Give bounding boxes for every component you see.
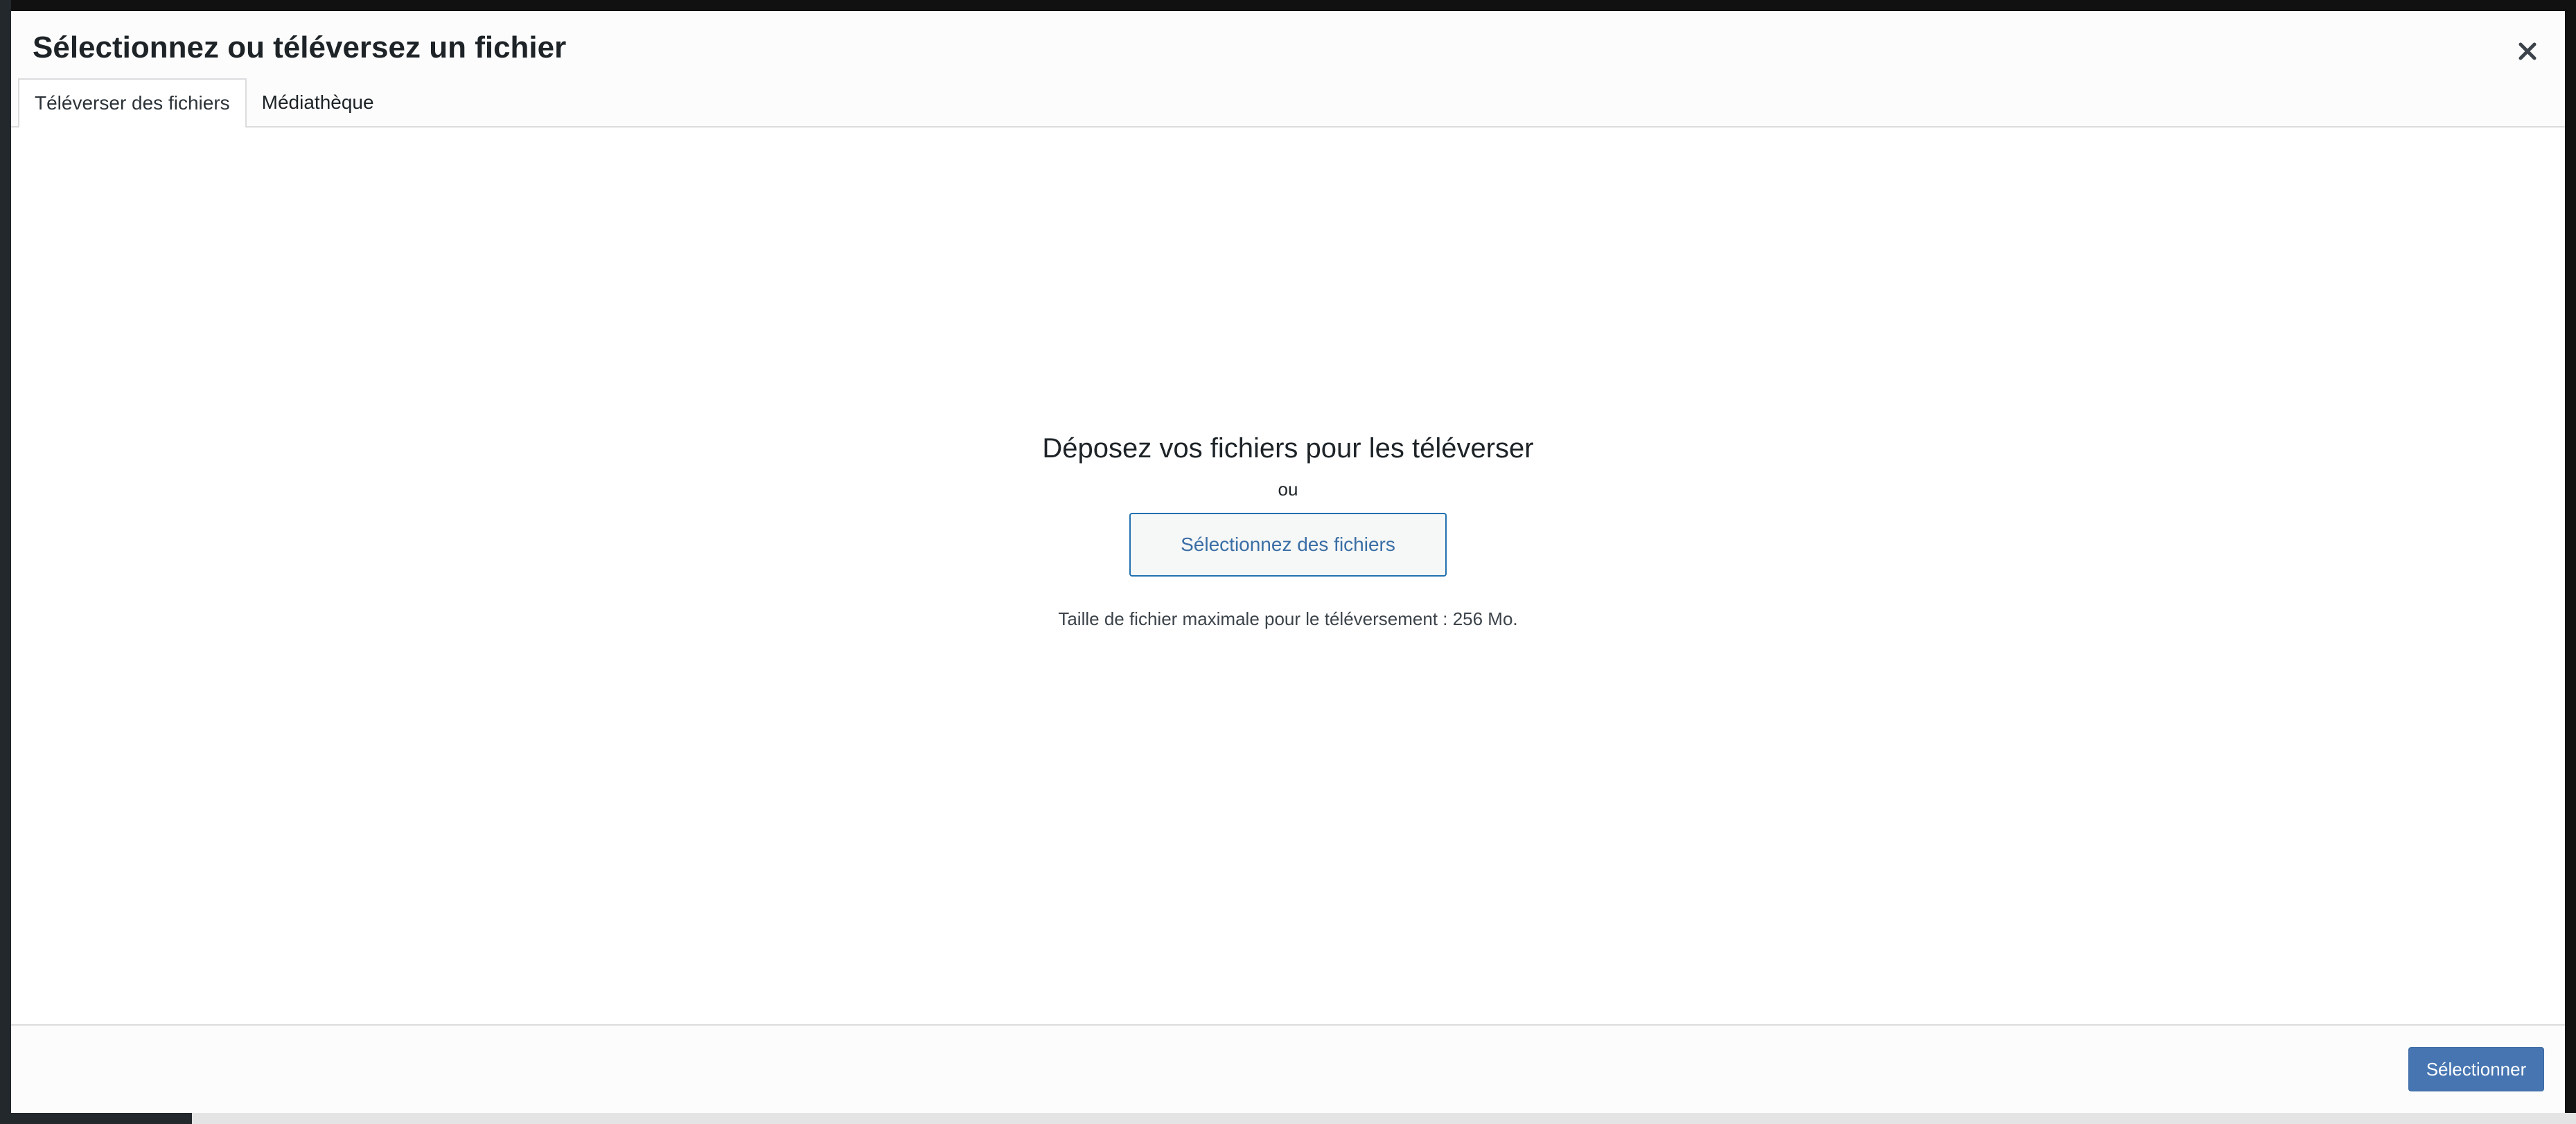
close-icon xyxy=(2518,42,2537,60)
media-modal: Sélectionnez ou téléversez un fichier Té… xyxy=(11,11,2565,1113)
modal-footer: Sélectionner xyxy=(11,1024,2565,1113)
upload-drop-zone[interactable]: Déposez vos fichiers pour les téléverser… xyxy=(11,128,2565,1024)
select-files-button[interactable]: Sélectionnez des fichiers xyxy=(1129,513,1447,577)
tab-media-library[interactable]: Médiathèque xyxy=(247,78,389,127)
select-button[interactable]: Sélectionner xyxy=(2408,1047,2544,1091)
tab-upload-files[interactable]: Téléverser des fichiers xyxy=(18,78,247,128)
close-button[interactable] xyxy=(2507,30,2548,72)
admin-sidebar-backdrop-bottom xyxy=(0,1113,192,1124)
tab-bar: Téléverser des fichiers Médiathèque xyxy=(18,78,389,128)
admin-sidebar-backdrop xyxy=(0,0,11,1124)
modal-header: Sélectionnez ou téléversez un fichier Té… xyxy=(11,11,2565,128)
modal-title: Sélectionnez ou téléversez un fichier xyxy=(33,30,567,64)
max-upload-size: Taille de fichier maximale pour le télév… xyxy=(1058,608,1518,629)
drop-instructions: Déposez vos fichiers pour les téléverser xyxy=(1042,433,1534,464)
upload-ui: Déposez vos fichiers pour les téléverser… xyxy=(11,430,2565,648)
or-separator: ou xyxy=(1278,479,1298,500)
page-backdrop-bottom xyxy=(0,1113,2576,1124)
